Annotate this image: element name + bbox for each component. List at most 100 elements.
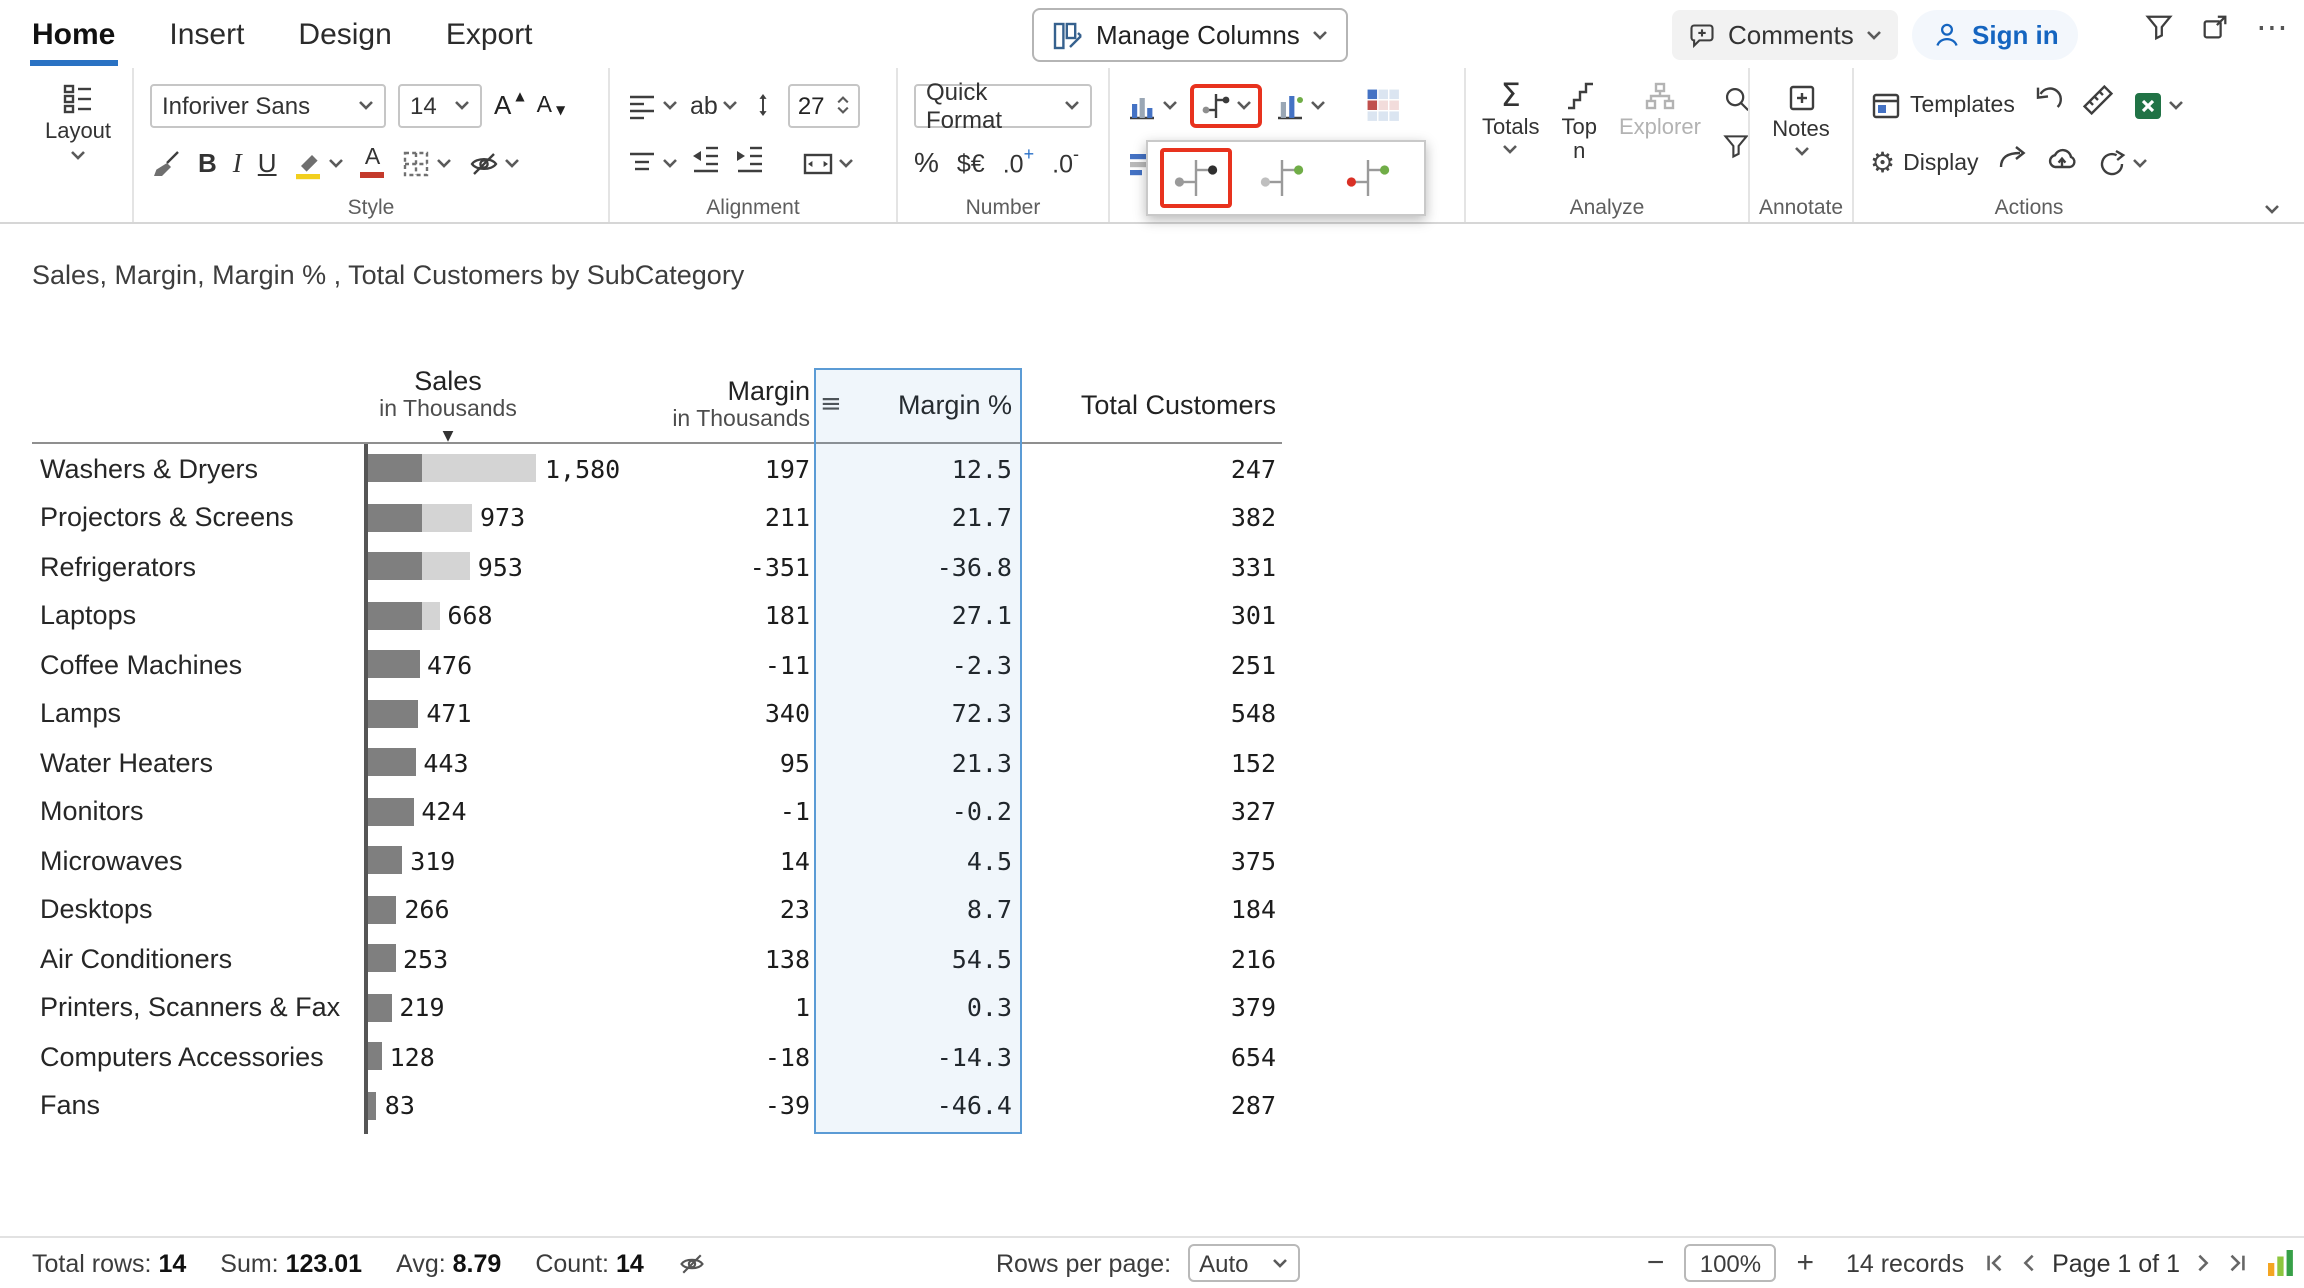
row-label[interactable]: Lamps (32, 699, 364, 729)
margin-pct-value[interactable]: 72.3 (814, 689, 1022, 738)
row-label[interactable]: Projectors & Screens (32, 503, 364, 533)
visibility-button[interactable] (469, 147, 521, 179)
horizontal-align-button[interactable] (626, 89, 678, 121)
cloud-upload-button[interactable] (2047, 142, 2079, 184)
customers-value[interactable]: 331 (1022, 542, 1282, 591)
row-label[interactable]: Microwaves (32, 846, 364, 876)
margin-pct-value[interactable]: 21.3 (814, 738, 1022, 787)
first-page-icon[interactable] (1984, 1252, 2006, 1274)
header-margin-pct[interactable]: ≡ Margin % (814, 368, 1022, 442)
italic-button[interactable]: I (233, 145, 242, 181)
table-row[interactable]: Coffee Machines476-11-2.3251 (32, 640, 1282, 689)
margin-value[interactable]: -39 (654, 1081, 814, 1130)
table-row[interactable]: Microwaves319144.5375 (32, 836, 1282, 885)
export-excel-button[interactable] (2133, 89, 2185, 121)
margin-pct-value[interactable]: -36.8 (814, 542, 1022, 591)
sales-cell[interactable]: 266 (364, 885, 654, 934)
row-label[interactable]: Computers Accessories (32, 1042, 364, 1072)
sales-cell[interactable]: 83 (364, 1081, 654, 1130)
collapse-ribbon-chevron[interactable] (2264, 204, 2280, 214)
customers-value[interactable]: 375 (1022, 836, 1282, 885)
table-row[interactable]: Projectors & Screens97321121.7382 (32, 493, 1282, 542)
customers-value[interactable]: 654 (1022, 1032, 1282, 1081)
margin-value[interactable]: 23 (654, 885, 814, 934)
margin-pct-value[interactable]: -14.3 (814, 1032, 1022, 1081)
row-label[interactable]: Fans (32, 1091, 364, 1121)
margin-value[interactable]: 1 (654, 983, 814, 1032)
customers-value[interactable]: 548 (1022, 689, 1282, 738)
margin-value[interactable]: 197 (654, 444, 814, 493)
shrink-font-button[interactable]: A ▼ (537, 93, 566, 117)
next-page-icon[interactable] (2192, 1252, 2214, 1274)
header-total-customers[interactable]: Total Customers (1022, 368, 1282, 442)
zoom-level[interactable]: 100% (1684, 1244, 1776, 1282)
bold-button[interactable]: B (198, 145, 217, 181)
undo-button[interactable] (2033, 84, 2065, 126)
sales-cell[interactable]: 319 (364, 836, 654, 885)
margin-pct-value[interactable]: 54.5 (814, 934, 1022, 983)
table-row[interactable]: Monitors424-1-0.2327 (32, 787, 1282, 836)
zoom-out-button[interactable]: − (1647, 1248, 1665, 1278)
filter-icon[interactable] (1723, 132, 1751, 160)
table-row[interactable]: Air Conditioners25313854.5216 (32, 934, 1282, 983)
margin-value[interactable]: 138 (654, 934, 814, 983)
format-painter-button[interactable] (150, 147, 182, 179)
ruler-button[interactable] (2083, 84, 2115, 126)
margin-value[interactable]: 181 (654, 591, 814, 640)
sales-cell[interactable]: 424 (364, 787, 654, 836)
increase-indent-button[interactable] (734, 142, 766, 184)
margin-value[interactable]: 340 (654, 689, 814, 738)
quick-format-select[interactable]: Quick Format (914, 83, 1092, 127)
highlight-color-button[interactable] (293, 147, 345, 179)
increase-decimal-button[interactable]: .0+ (1003, 147, 1034, 179)
zoom-in-button[interactable]: + (1796, 1248, 1814, 1278)
margin-value[interactable]: 95 (654, 738, 814, 787)
margin-value[interactable]: -351 (654, 542, 814, 591)
layout-button[interactable]: Layout (45, 82, 111, 160)
redo-button[interactable] (1997, 142, 2029, 184)
sales-cell[interactable]: 973 (364, 493, 654, 542)
row-label[interactable]: Refrigerators (32, 552, 364, 582)
row-label[interactable]: Washers & Dryers (32, 454, 364, 484)
table-row[interactable]: Washers & Dryers1,58019712.5247 (32, 444, 1282, 493)
decrease-indent-button[interactable] (690, 142, 722, 184)
lollipop-option-2[interactable] (1246, 148, 1318, 208)
table-row[interactable]: Lamps47134072.3548 (32, 689, 1282, 738)
margin-pct-value[interactable]: 21.7 (814, 493, 1022, 542)
prev-page-icon[interactable] (2018, 1252, 2040, 1274)
underline-button[interactable]: U (258, 145, 277, 181)
decrease-decimal-button[interactable]: .0- (1052, 147, 1079, 179)
lollipop-chart-button[interactable] (1200, 89, 1252, 121)
inforiver-logo-icon[interactable] (2268, 1250, 2294, 1276)
font-color-button[interactable]: A (361, 148, 385, 179)
row-label[interactable]: Water Heaters (32, 748, 364, 778)
margin-pct-value[interactable]: -46.4 (814, 1081, 1022, 1130)
margin-value[interactable]: 14 (654, 836, 814, 885)
row-label[interactable]: Monitors (32, 797, 364, 827)
margin-pct-value[interactable]: -0.2 (814, 787, 1022, 836)
sales-cell[interactable]: 668 (364, 591, 654, 640)
merge-cells-button[interactable] (802, 147, 854, 179)
lollipop-option-3[interactable] (1332, 148, 1404, 208)
sales-cell[interactable]: 443 (364, 738, 654, 787)
row-label[interactable]: Coffee Machines (32, 650, 364, 680)
margin-pct-value[interactable]: 0.3 (814, 983, 1022, 1032)
margin-pct-value[interactable]: 4.5 (814, 836, 1022, 885)
grow-font-button[interactable]: A ▲ (494, 90, 525, 120)
margin-value[interactable]: -1 (654, 787, 814, 836)
row-label[interactable]: Air Conditioners (32, 944, 364, 974)
customers-value[interactable]: 379 (1022, 983, 1282, 1032)
tab-design[interactable]: Design (298, 0, 391, 68)
row-label[interactable]: Laptops (32, 601, 364, 631)
combo-chart-button[interactable] (1274, 89, 1326, 121)
font-family-select[interactable]: Inforiver Sans (150, 83, 386, 127)
comments-button[interactable]: Comments (1672, 10, 1898, 60)
margin-pct-value[interactable]: 12.5 (814, 444, 1022, 493)
expand-icon[interactable] (2200, 12, 2230, 42)
drag-handle-icon[interactable]: ≡ (820, 392, 842, 418)
table-row[interactable]: Desktops266238.7184 (32, 885, 1282, 934)
table-row[interactable]: Fans83-39-46.4287 (32, 1081, 1282, 1130)
margin-value[interactable]: 211 (654, 493, 814, 542)
sales-cell[interactable]: 253 (364, 934, 654, 983)
matrix-icon[interactable] (1364, 86, 1402, 124)
